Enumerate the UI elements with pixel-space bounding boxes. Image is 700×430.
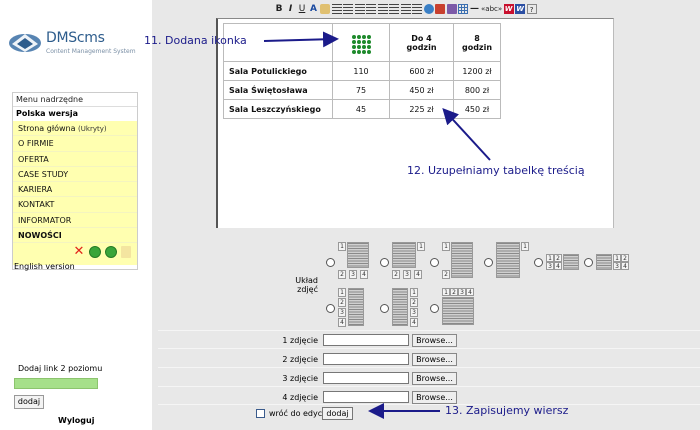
annotation-arrows [263, 31, 491, 419]
arrow-12 [442, 108, 491, 161]
arrow-11 [263, 31, 339, 48]
